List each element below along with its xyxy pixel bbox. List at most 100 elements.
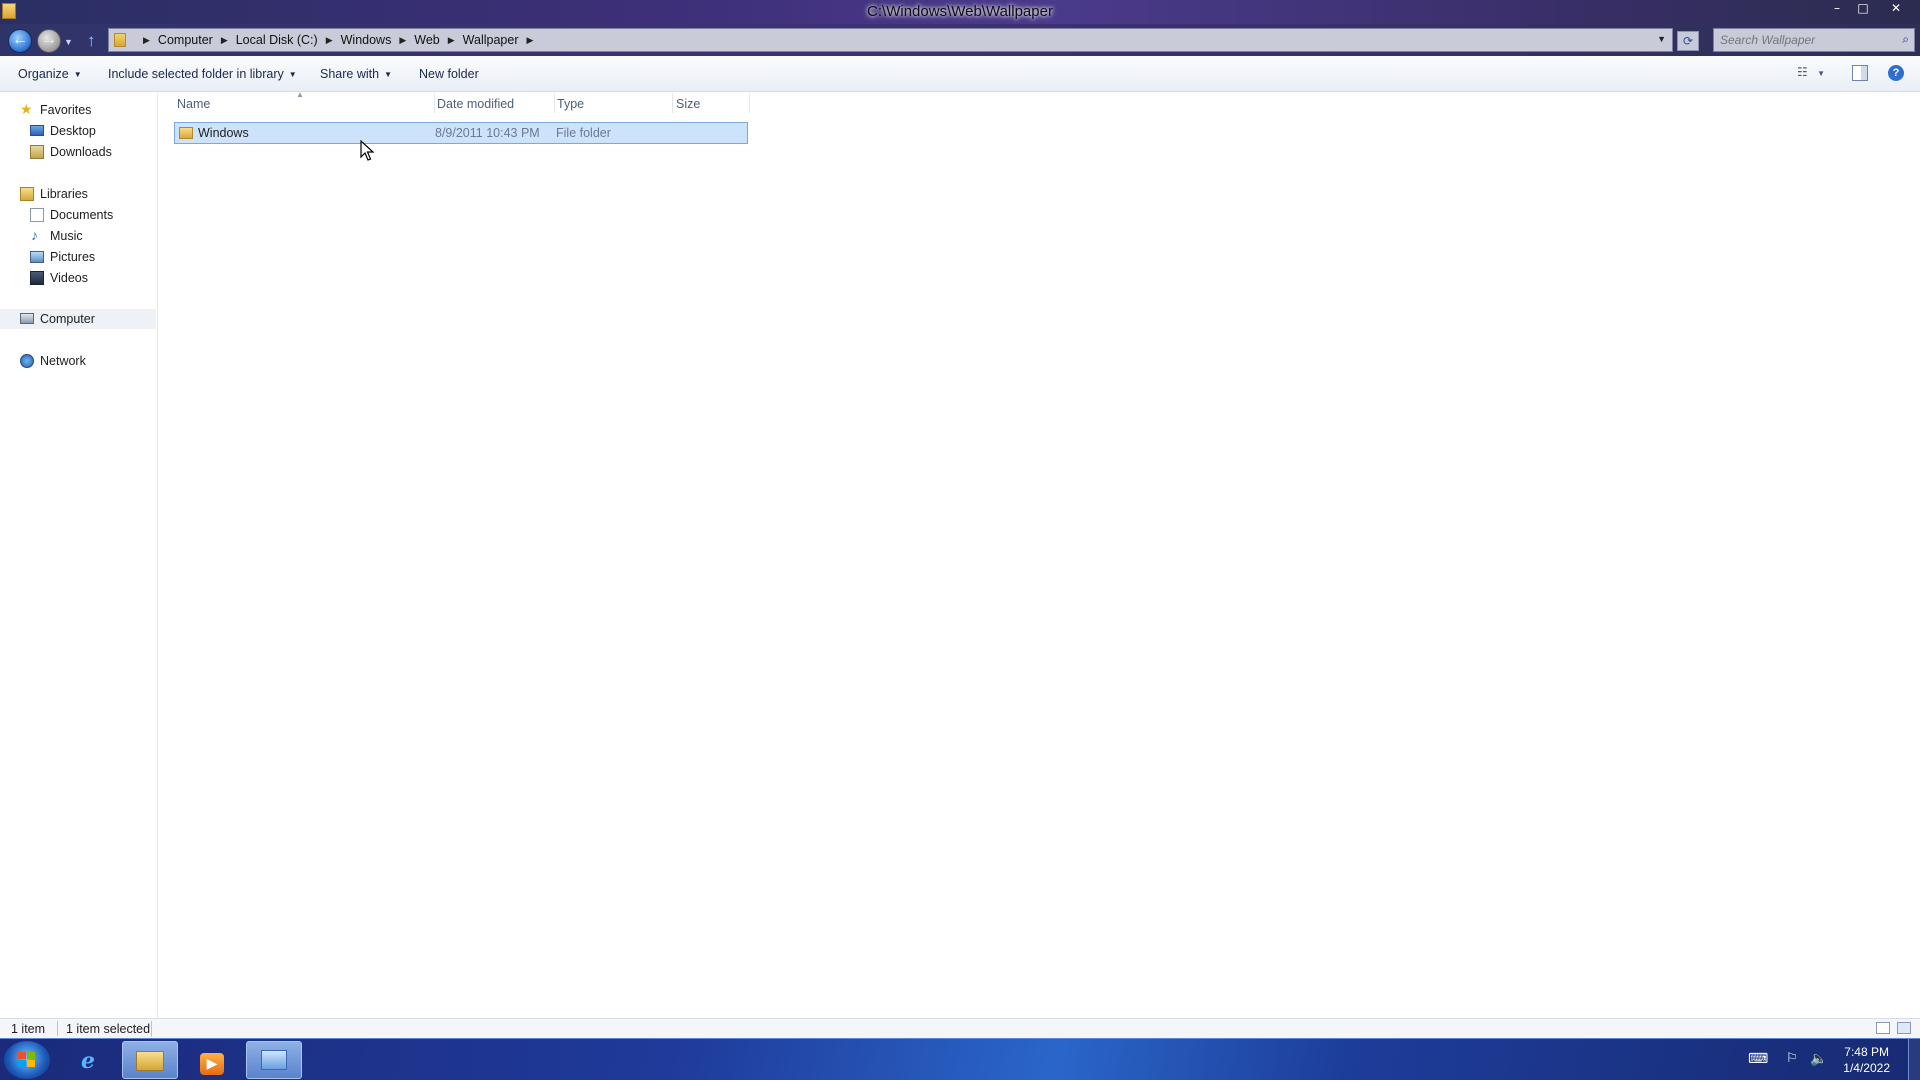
item-count: 1 item — [11, 1022, 46, 1036]
breadcrumb-computer[interactable]: Computer — [158, 33, 213, 47]
column-size-label: Size — [676, 97, 701, 111]
table-row[interactable]: Windows 8/9/2011 10:43 PM File folder — [174, 122, 748, 144]
taskbar-windows-explorer[interactable] — [122, 1041, 178, 1079]
column-header-size[interactable]: Size — [673, 93, 753, 113]
libraries-icon — [20, 187, 34, 201]
share-with-button[interactable]: Share with ▼ — [320, 67, 392, 81]
column-type-label: Type — [557, 97, 585, 111]
up-arrow-icon[interactable]: ↑ — [87, 31, 96, 51]
nav-videos[interactable]: Videos — [0, 268, 156, 288]
nav-network-label: Network — [40, 354, 86, 368]
network-icon — [20, 354, 34, 368]
nav-documents-label: Documents — [50, 208, 114, 222]
network-tray-icon[interactable]: ⚐ — [1786, 1051, 1798, 1066]
preview-pane-button[interactable] — [1852, 65, 1868, 81]
videos-icon — [30, 271, 44, 285]
breadcrumb-wallpaper[interactable]: Wallpaper — [463, 33, 519, 47]
nav-pictures[interactable]: Pictures — [0, 247, 156, 267]
nav-desktop-label: Desktop — [50, 124, 96, 138]
divider — [57, 1021, 58, 1036]
clock-date: 1/4/2022 — [1843, 1061, 1890, 1075]
refresh-button[interactable]: ⟳ — [1677, 31, 1699, 51]
search-box[interactable]: ⌕ — [1713, 28, 1915, 52]
chevron-down-icon: ▼ — [288, 70, 297, 79]
breadcrumb-windows[interactable]: Windows — [341, 33, 392, 47]
keyboard-icon[interactable]: ⌨ — [1748, 1051, 1768, 1067]
help-icon: ? — [1892, 67, 1900, 79]
search-icon[interactable]: ⌕ — [1902, 32, 1909, 47]
show-desktop-button[interactable] — [1908, 1039, 1920, 1080]
details-view-icon[interactable] — [1876, 1022, 1890, 1034]
taskbar-internet-explorer[interactable]: e — [60, 1041, 116, 1079]
volume-icon[interactable]: 🔈 — [1810, 1051, 1827, 1067]
mouse-cursor-icon — [360, 140, 375, 161]
nav-downloads[interactable]: Downloads — [0, 142, 156, 162]
nav-libraries-label: Libraries — [40, 187, 88, 201]
chevron-right-icon[interactable]: ▶ — [221, 35, 228, 46]
column-name-label: Name — [177, 97, 211, 111]
include-in-library-button[interactable]: Include selected folder in library ▼ — [108, 67, 297, 81]
minimize-button[interactable]: – — [1824, 0, 1850, 18]
documents-icon — [30, 208, 44, 222]
window-controls: – □ ✕ — [1824, 0, 1916, 18]
large-icons-view-icon[interactable] — [1897, 1022, 1911, 1034]
nav-favorites[interactable]: ★ Favorites — [0, 100, 156, 120]
new-folder-button[interactable]: New folder — [419, 67, 479, 81]
include-label: Include selected folder in library — [108, 67, 284, 81]
nav-documents[interactable]: Documents — [0, 205, 156, 225]
taskbar-media-player[interactable]: ▶ — [184, 1041, 240, 1079]
file-name: Windows — [198, 126, 249, 140]
folder-icon — [114, 33, 126, 47]
title-bar: C:\Windows\Web\Wallpaper – □ ✕ — [0, 0, 1920, 24]
nav-network[interactable]: Network — [0, 351, 156, 371]
view-list-icon: ☷ — [1797, 65, 1808, 79]
status-bar: 1 item 1 item selected — [0, 1018, 1920, 1038]
breadcrumb-web[interactable]: Web — [414, 33, 439, 47]
chevron-down-icon[interactable]: ▼ — [1657, 34, 1666, 44]
chevron-right-icon[interactable]: ▶ — [143, 35, 150, 46]
maximize-button[interactable]: □ — [1850, 0, 1876, 18]
organize-button[interactable]: Organize ▼ — [18, 67, 82, 81]
selection-count: 1 item selected — [66, 1022, 151, 1036]
column-header-type[interactable]: Type — [555, 93, 675, 113]
clock[interactable]: 7:48 PM 1/4/2022 — [1843, 1044, 1890, 1076]
taskbar-control-panel[interactable] — [246, 1041, 302, 1079]
window-title: C:\Windows\Web\Wallpaper — [867, 3, 1053, 20]
chevron-right-icon[interactable]: ▶ — [399, 35, 406, 46]
breadcrumb-local-disk[interactable]: Local Disk (C:) — [236, 33, 318, 47]
chevron-down-icon: ▼ — [73, 70, 82, 79]
folder-icon — [179, 127, 193, 139]
downloads-icon — [30, 145, 44, 159]
search-input[interactable] — [1720, 32, 1890, 48]
help-button[interactable]: ? — [1888, 65, 1904, 81]
pictures-icon — [30, 251, 44, 263]
refresh-icon: ⟳ — [1682, 34, 1694, 48]
view-options-button[interactable]: ☷ ▼ — [1797, 65, 1825, 83]
address-bar[interactable]: ▶ Computer ▶ Local Disk (C:) ▶ Windows ▶… — [108, 28, 1673, 52]
windows-logo-icon — [18, 1052, 36, 1068]
column-header-name[interactable]: Name — [159, 93, 436, 113]
column-divider[interactable] — [749, 93, 750, 113]
file-date: 8/9/2011 10:43 PM — [435, 126, 540, 140]
nav-videos-label: Videos — [50, 271, 88, 285]
nav-libraries[interactable]: Libraries — [0, 184, 156, 204]
nav-computer[interactable]: Computer — [0, 309, 156, 329]
nav-music[interactable]: ♪ Music — [0, 226, 156, 246]
chevron-right-icon[interactable]: ▶ — [448, 35, 455, 46]
recent-locations-dropdown[interactable]: ▼ — [64, 37, 73, 47]
chevron-right-icon[interactable]: ▶ — [326, 35, 333, 46]
forward-button[interactable]: → — [37, 29, 61, 53]
start-button[interactable] — [4, 1041, 50, 1079]
column-date-label: Date modified — [437, 97, 515, 111]
internet-explorer-icon: e — [81, 1048, 95, 1074]
close-button[interactable]: ✕ — [1876, 0, 1916, 18]
computer-icon — [20, 313, 34, 324]
back-button[interactable]: ← — [8, 29, 32, 53]
media-player-icon: ▶ — [184, 1049, 240, 1075]
navigation-pane: ★ Favorites Desktop Downloads Libraries … — [0, 93, 158, 1018]
folder-icon — [123, 1051, 177, 1077]
column-header-date[interactable]: Date modified — [435, 93, 554, 113]
nav-desktop[interactable]: Desktop — [0, 121, 156, 141]
chevron-right-icon[interactable]: ▶ — [526, 35, 533, 46]
nav-favorites-label: Favorites — [40, 103, 92, 117]
